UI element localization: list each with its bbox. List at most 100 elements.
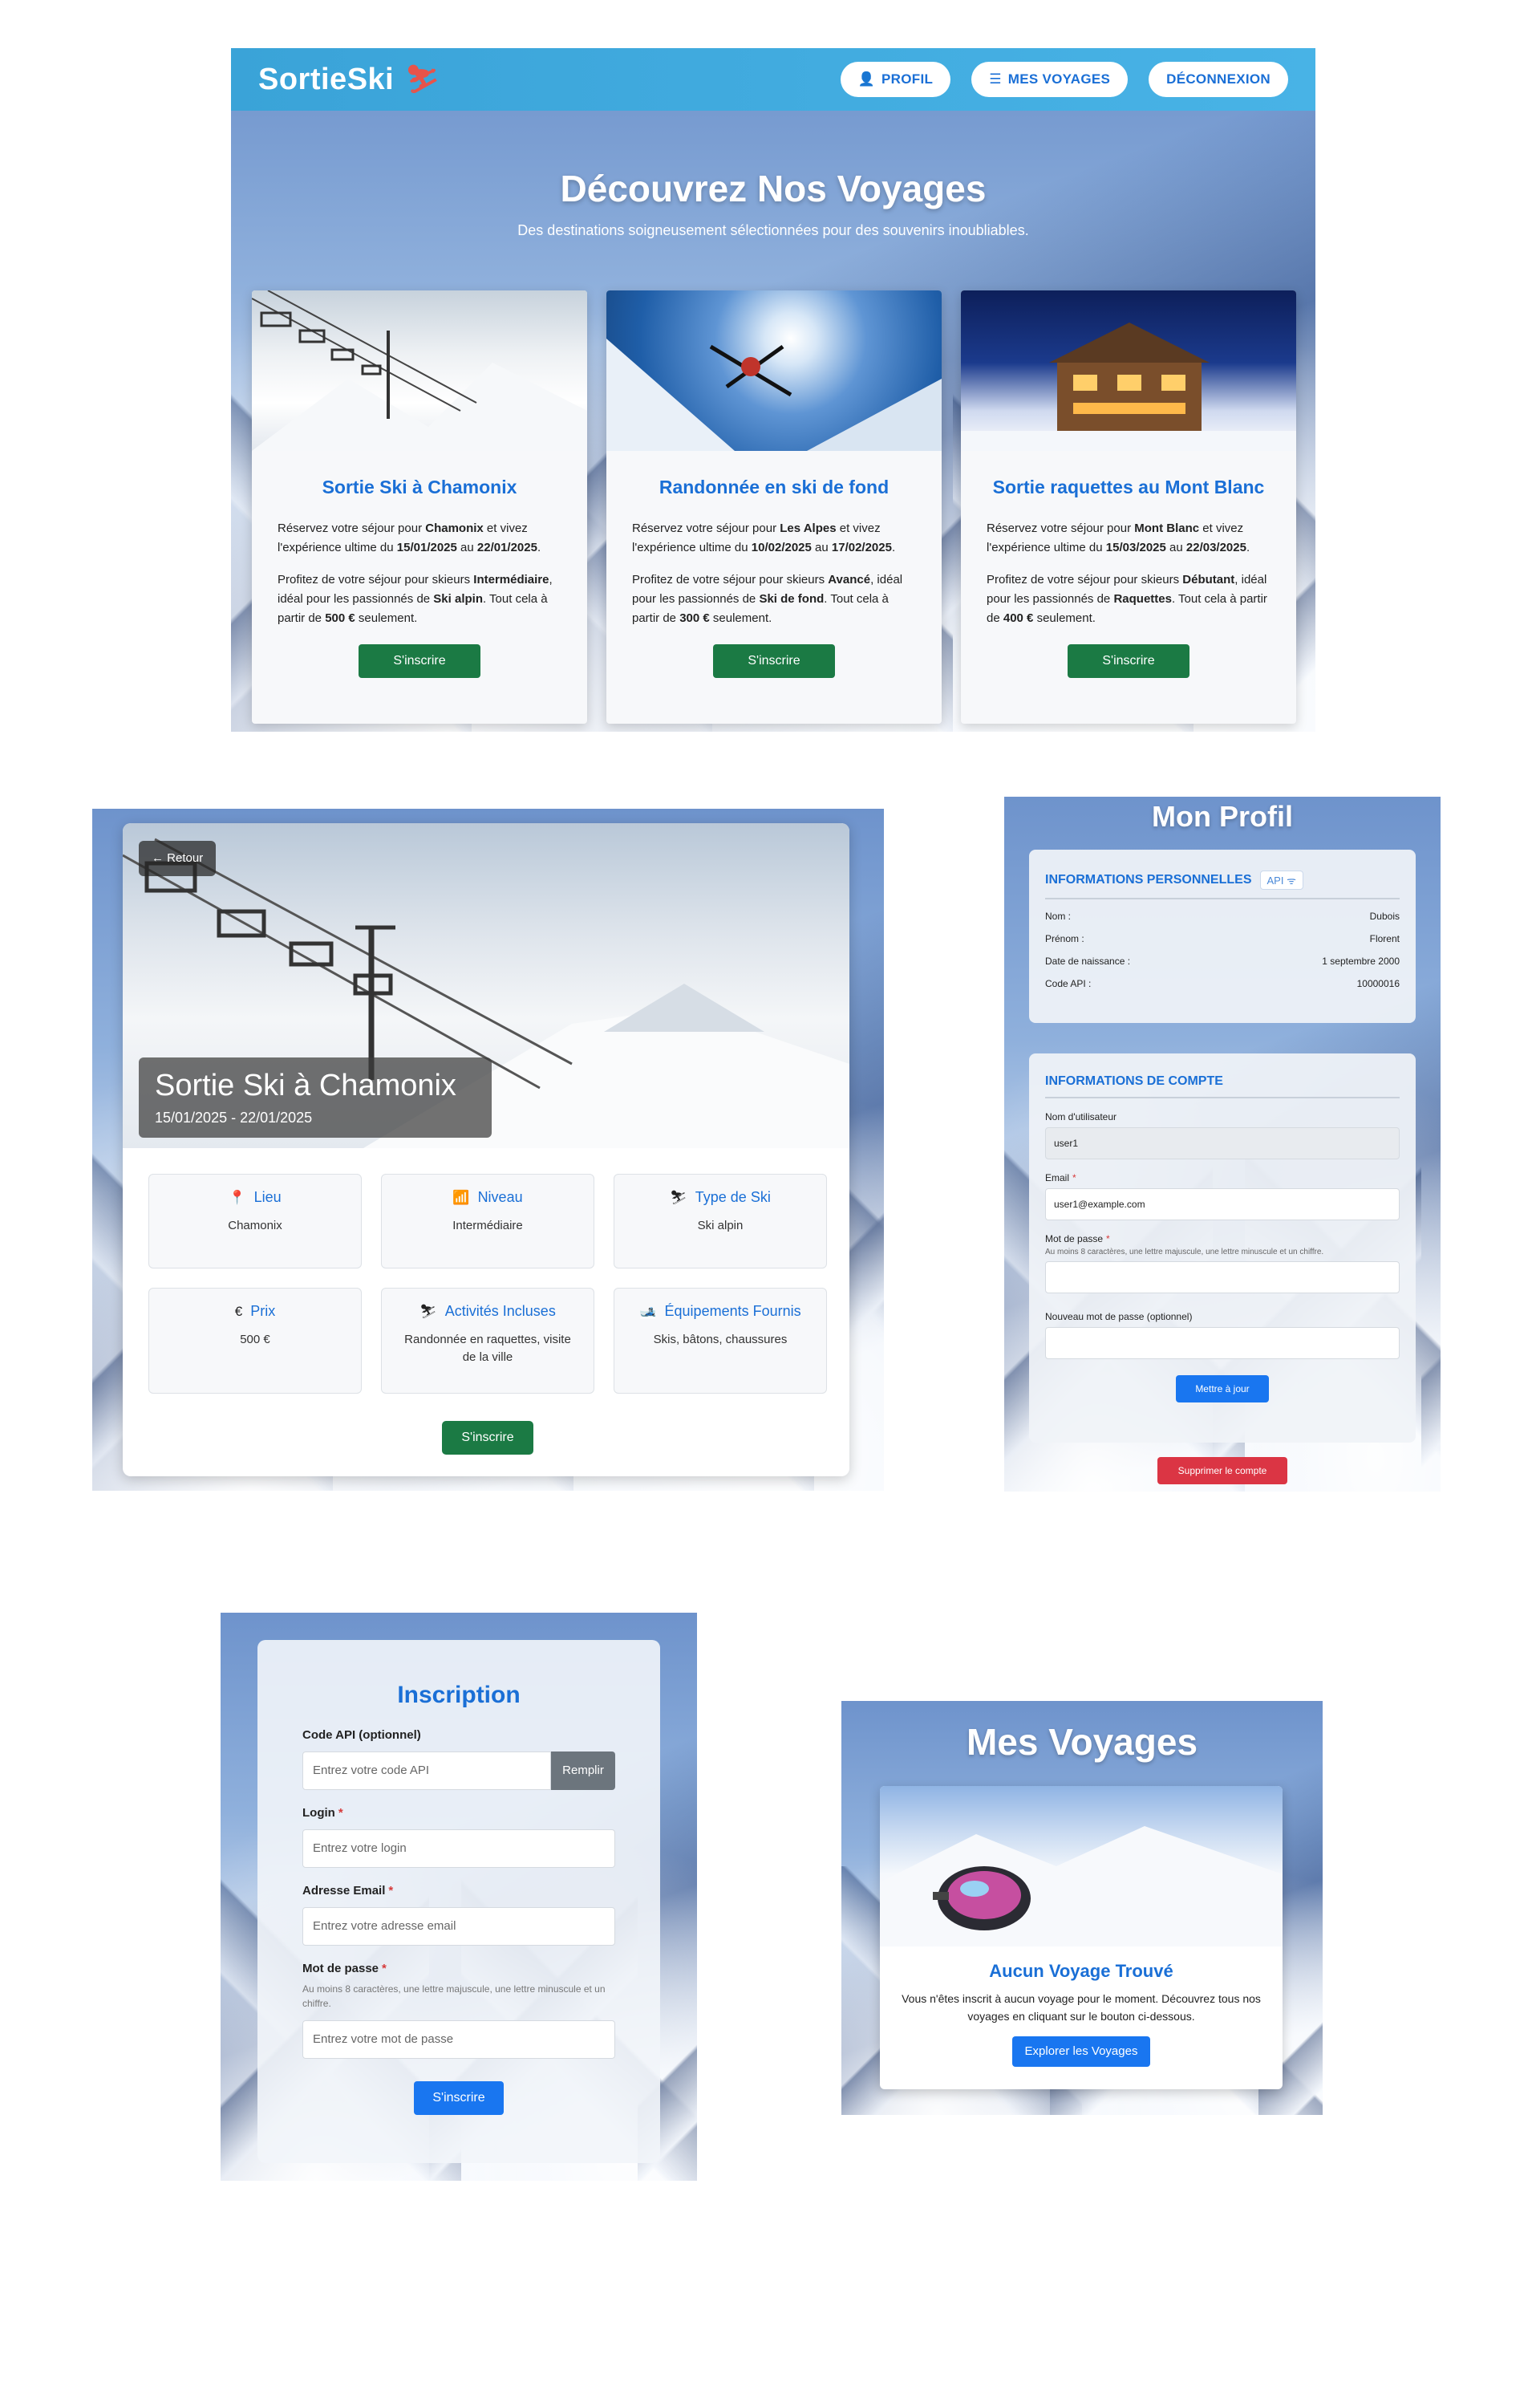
- row-value: 10000016: [1356, 978, 1400, 989]
- account-info-heading: INFORMATIONS DE COMPTE: [1045, 1053, 1400, 1098]
- info-value: Randonnée en raquettes, visite de la vil…: [404, 1333, 571, 1364]
- home-screen: SortieSki ⛷ 👤 PROFIL ☰ MES VOYAGES DÉCON…: [231, 48, 1315, 732]
- card-title: Randonnée en ski de fond: [659, 477, 890, 497]
- trip-card: Sortie Ski à Chamonix Réservez votre séj…: [252, 290, 587, 724]
- card-details: Profitez de votre séjour pour skieurs Dé…: [987, 570, 1270, 628]
- info-label: Prix: [250, 1303, 276, 1319]
- signup-submit-button[interactable]: S'inscrire: [414, 2081, 504, 2115]
- row-label: Prénom :: [1045, 933, 1084, 944]
- text: Réservez votre séjour pour: [632, 522, 780, 535]
- required-marker: *: [388, 1884, 394, 1898]
- list-icon: ☰: [989, 71, 1002, 87]
- api-code-input[interactable]: Entrez votre code API: [302, 1751, 551, 1790]
- end-date: 22/03/2025: [1185, 541, 1246, 554]
- back-button[interactable]: ← Retour: [139, 841, 217, 876]
- delete-account-button[interactable]: Supprimer le compte: [1157, 1457, 1287, 1484]
- info-price: € Prix 500 €: [148, 1288, 362, 1394]
- register-button[interactable]: S'inscrire: [442, 1421, 533, 1455]
- info-value: Ski alpin: [697, 1219, 744, 1232]
- page-title: Mon Profil: [1152, 800, 1293, 833]
- my-trips-button[interactable]: ☰ MES VOYAGES: [971, 62, 1129, 97]
- username-label: Nom d'utilisateur: [1045, 1111, 1116, 1122]
- signal-bars-icon: 📶: [452, 1189, 470, 1205]
- level: Avancé: [828, 573, 871, 587]
- ski-equipment-icon: 🎿: [639, 1303, 657, 1319]
- goggles-illustration: [880, 1826, 1283, 1946]
- text: seulement.: [709, 611, 772, 625]
- price: 400 €: [1003, 611, 1034, 625]
- info-value: Chamonix: [228, 1219, 282, 1232]
- card-details: Profitez de votre séjour pour skieurs Av…: [632, 570, 916, 628]
- profile-button[interactable]: 👤 PROFIL: [840, 62, 951, 97]
- text: .: [891, 541, 896, 554]
- text: Profitez de votre séjour pour skieurs: [987, 573, 1183, 587]
- new-password-label: Nouveau mot de passe (optionnel): [1045, 1311, 1193, 1322]
- password-label: Mot de passe *: [1045, 1233, 1400, 1244]
- info-label: Type de Ski: [695, 1189, 771, 1205]
- end-date: 22/01/2025: [476, 541, 537, 554]
- explore-trips-button[interactable]: Explorer les Voyages: [1012, 2036, 1150, 2067]
- trip-info-grid: 📍 Lieu Chamonix 📶 Niveau Intermédiaire ⛷ Ty…: [148, 1174, 827, 1394]
- card-description: Réservez votre séjour pour Chamonix et v…: [278, 519, 561, 558]
- account-info-panel: INFORMATIONS DE COMPTE Nom d'utilisateur…: [1029, 1053, 1416, 1443]
- logout-button[interactable]: DÉCONNEXION: [1149, 62, 1288, 97]
- password-label: Mot de passe *: [302, 1962, 615, 1975]
- card-title: Sortie Ski à Chamonix: [322, 477, 517, 497]
- update-button[interactable]: Mettre à jour: [1176, 1375, 1269, 1402]
- ski-jump-image: [606, 290, 942, 451]
- empty-state-text: Vous n'êtes inscrit à aucun voyage pour …: [902, 1992, 1261, 2023]
- info-value: Skis, bâtons, chaussures: [653, 1333, 788, 1346]
- level: Intermédiaire: [473, 573, 549, 587]
- info-location: 📍 Lieu Chamonix: [148, 1174, 362, 1268]
- register-button[interactable]: S'inscrire: [359, 644, 480, 678]
- email-label-text: Email: [1045, 1172, 1070, 1183]
- hero-title: Découvrez Nos Voyages: [560, 168, 987, 209]
- profile-screen: Mon Profil INFORMATIONS PERSONNELLES API…: [1004, 797, 1441, 1492]
- email-field[interactable]: user1@example.com: [1045, 1188, 1400, 1220]
- destination: Les Alpes: [780, 522, 837, 535]
- text: seulement.: [1033, 611, 1096, 625]
- text: Profitez de votre séjour pour skieurs: [278, 573, 474, 587]
- row-label: Date de naissance :: [1045, 956, 1131, 967]
- brand-name: SortieSki: [258, 62, 395, 96]
- brand-logo[interactable]: SortieSki ⛷: [258, 63, 440, 97]
- personal-info-panel: INFORMATIONS PERSONNELLES API ᯤ Nom : Dub…: [1029, 850, 1416, 1023]
- logout-button-label: DÉCONNEXION: [1166, 71, 1270, 87]
- password-input[interactable]: Entrez votre mot de passe: [302, 2020, 615, 2059]
- card-details: Profitez de votre séjour pour skieurs In…: [278, 570, 561, 628]
- login-label: Login *: [302, 1806, 615, 1820]
- chairlift-image: [252, 290, 587, 451]
- trip-cards: Sortie Ski à Chamonix Réservez votre séj…: [252, 290, 1296, 724]
- info-value: 500 €: [240, 1333, 270, 1346]
- trip-title: Sortie Ski à Chamonix: [155, 1069, 456, 1102]
- trip-caption: Sortie Ski à Chamonix 15/01/2025 - 22/01…: [139, 1057, 492, 1138]
- info-label: Lieu: [253, 1189, 282, 1205]
- register-button[interactable]: S'inscrire: [713, 644, 835, 678]
- register-button[interactable]: S'inscrire: [1068, 644, 1189, 678]
- trip-card: Randonnée en ski de fond Réservez votre …: [606, 290, 942, 724]
- info-ski-type: ⛷ Type de Ski Ski alpin: [614, 1174, 827, 1268]
- map-pin-icon: 📍: [229, 1189, 246, 1205]
- password-label-text: Mot de passe: [1045, 1233, 1104, 1244]
- level: Débutant: [1182, 573, 1235, 587]
- login-label-text: Login: [302, 1806, 335, 1820]
- my-trips-screen: Mes Voyages Aucun Voyage Trouvé Vous n'ê…: [841, 1701, 1323, 2115]
- info-level: 📶 Niveau Intermédiaire: [381, 1174, 594, 1268]
- info-row: Nom : Dubois: [1045, 911, 1400, 922]
- fill-button[interactable]: Remplir: [551, 1751, 615, 1790]
- destination: Mont Blanc: [1134, 522, 1200, 535]
- user-icon: 👤: [857, 71, 876, 87]
- email-label: Adresse Email *: [302, 1884, 615, 1898]
- personal-info-heading: INFORMATIONS PERSONNELLES: [1045, 873, 1252, 887]
- required-marker: *: [382, 1962, 387, 1975]
- start-date: 15/03/2025: [1105, 541, 1166, 554]
- login-input[interactable]: Entrez votre login: [302, 1829, 615, 1868]
- password-field[interactable]: [1045, 1261, 1400, 1293]
- new-password-field[interactable]: [1045, 1327, 1400, 1359]
- ski-jump-illustration: [606, 339, 942, 451]
- api-code-row: Entrez votre code API Remplir: [302, 1751, 615, 1790]
- required-marker: *: [1072, 1172, 1076, 1183]
- password-hint: Au moins 8 caractères, une lettre majusc…: [302, 1983, 606, 2009]
- email-input[interactable]: Entrez votre adresse email: [302, 1907, 615, 1946]
- signup-form: Inscription Code API (optionnel) Entrez …: [257, 1640, 660, 2163]
